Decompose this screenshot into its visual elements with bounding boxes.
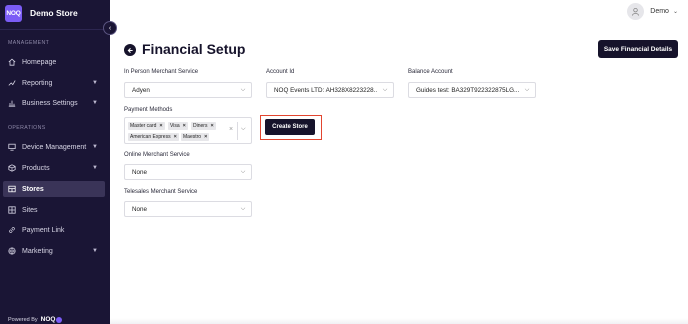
save-financial-details-button[interactable]: Save Financial Details: [598, 40, 678, 58]
grid-icon: [8, 206, 16, 214]
payment-methods-multiselect[interactable]: Master card × Visa × Diners × American E…: [124, 117, 252, 144]
remove-tag-icon[interactable]: ×: [174, 134, 177, 140]
chevron-down-icon: ⌵: [382, 86, 388, 93]
chevron-down-icon: ⌵: [240, 86, 246, 93]
in-person-merchant-select[interactable]: Adyen ⌵: [124, 82, 252, 98]
tag-label: American Express: [130, 134, 171, 140]
section-label-management: MANAGEMENT: [8, 40, 50, 46]
box-icon: [8, 164, 16, 172]
payment-method-tag: Visa ×: [168, 122, 188, 130]
home-icon: [8, 58, 16, 66]
select-value: None: [132, 168, 148, 176]
powered-by-label: Powered By: [8, 316, 38, 323]
tag-label: Maestro: [183, 134, 202, 140]
tag-label: Visa: [170, 123, 180, 129]
sidebar-item-label: Payment Link: [22, 226, 65, 234]
user-name: Demo: [650, 8, 669, 15]
link-icon: [8, 226, 16, 234]
monitor-icon: [8, 143, 16, 151]
sidebar-item-homepage[interactable]: Homepage: [3, 54, 105, 70]
sidebar-item-reporting[interactable]: Reporting ▼: [3, 75, 105, 91]
remove-tag-icon[interactable]: ×: [210, 123, 213, 129]
sidebar-item-stores[interactable]: Stores: [3, 181, 105, 197]
sidebar-item-label: Marketing: [22, 247, 53, 255]
user-menu[interactable]: Demo ⌄: [627, 3, 678, 20]
store-icon: [8, 185, 16, 193]
chevron-down-icon: ⌄: [672, 9, 678, 15]
in-person-merchant-label: In Person Merchant Service: [124, 69, 199, 75]
chevron-down-icon: ⌵: [240, 168, 246, 175]
tag-label: Diners: [193, 123, 208, 129]
remove-tag-icon[interactable]: ×: [159, 123, 162, 129]
collapse-sidebar-button[interactable]: ‹: [103, 21, 117, 35]
chevron-down-icon: ▼: [92, 144, 98, 150]
telesales-merchant-select[interactable]: None ⌵: [124, 201, 252, 217]
sidebar-item-label: Sites: [22, 206, 38, 214]
chevron-down-icon: ▼: [92, 165, 98, 171]
sidebar-item-device-management[interactable]: Device Management ▼: [3, 139, 105, 155]
store-name: Demo Store: [30, 8, 78, 18]
bottom-shadow: [110, 318, 688, 324]
chevron-left-icon: ‹: [108, 24, 112, 32]
avatar: [627, 3, 645, 20]
sidebar-item-label: Reporting: [22, 79, 53, 87]
multiselect-divider: [237, 122, 238, 140]
powered-by: Powered By NOQ: [8, 316, 63, 323]
section-label-operations: OPERATIONS: [8, 125, 46, 131]
sidebar-item-products[interactable]: Products ▼: [3, 160, 105, 176]
sidebar-item-label: Device Management: [22, 143, 87, 151]
select-value: Adyen: [132, 86, 150, 94]
globe-icon: [8, 247, 16, 255]
sidebar-item-label: Homepage: [22, 58, 57, 66]
remove-tag-icon[interactable]: ×: [183, 123, 186, 129]
sidebar-item-label: Business Settings: [22, 99, 78, 107]
sidebar-item-sites[interactable]: Sites: [3, 202, 105, 218]
select-value: Guides test: BA329T922322875LG...: [416, 86, 519, 94]
brand-dot-icon: [56, 316, 63, 323]
sidebar-item-label: Stores: [22, 185, 44, 193]
arrow-left-icon: [127, 47, 133, 53]
select-value: None: [132, 205, 148, 213]
online-merchant-label: Online Merchant Service: [124, 152, 190, 158]
chart-icon: [8, 79, 16, 87]
sidebar-item-business-settings[interactable]: Business Settings ▼: [3, 95, 105, 111]
powered-by-brand: NOQ: [40, 316, 56, 323]
chevron-down-icon: ▼: [92, 100, 98, 106]
page-title: Financial Setup: [142, 41, 246, 57]
sidebar-item-marketing[interactable]: Marketing ▼: [3, 243, 105, 259]
account-id-label: Account Id: [266, 69, 295, 75]
clear-all-icon[interactable]: ×: [229, 126, 233, 133]
tag-label: Master card: [130, 123, 157, 129]
chevron-down-icon: ⌵: [240, 205, 246, 212]
bar-chart-icon: [8, 99, 16, 107]
chevron-down-icon: ⌵: [524, 86, 530, 93]
payment-method-tag: American Express ×: [128, 133, 179, 141]
payment-method-tag: Diners ×: [191, 122, 216, 130]
balance-account-select[interactable]: Guides test: BA329T922322875LG... ⌵: [408, 82, 536, 98]
payment-methods-label: Payment Methods: [124, 107, 173, 113]
back-button[interactable]: [124, 44, 136, 56]
noq-logo: NOQ: [5, 4, 22, 22]
balance-account-label: Balance Account: [408, 69, 453, 75]
select-value: NOQ Events LTD: AH328X8223228...: [274, 86, 377, 94]
sidebar: NOQ Demo Store MANAGEMENT Homepage Repor…: [0, 0, 110, 324]
user-icon: [632, 7, 640, 16]
create-store-button[interactable]: Create Store: [265, 119, 315, 135]
telesales-merchant-label: Telesales Merchant Service: [124, 189, 198, 195]
sidebar-item-payment-link[interactable]: Payment Link: [3, 222, 105, 238]
brand[interactable]: NOQ Demo Store: [5, 4, 78, 22]
chevron-down-icon: ▼: [92, 248, 98, 254]
chevron-down-icon: ▼: [92, 80, 98, 86]
chevron-down-icon[interactable]: ⌵: [241, 126, 246, 133]
account-id-select[interactable]: NOQ Events LTD: AH328X8223228... ⌵: [266, 82, 394, 98]
sidebar-item-label: Products: [22, 164, 50, 172]
online-merchant-select[interactable]: None ⌵: [124, 164, 252, 180]
sidebar-divider: [0, 29, 110, 30]
remove-tag-icon[interactable]: ×: [204, 134, 207, 140]
payment-method-tag: Master card ×: [128, 122, 165, 130]
payment-method-tag: Maestro ×: [181, 133, 210, 141]
